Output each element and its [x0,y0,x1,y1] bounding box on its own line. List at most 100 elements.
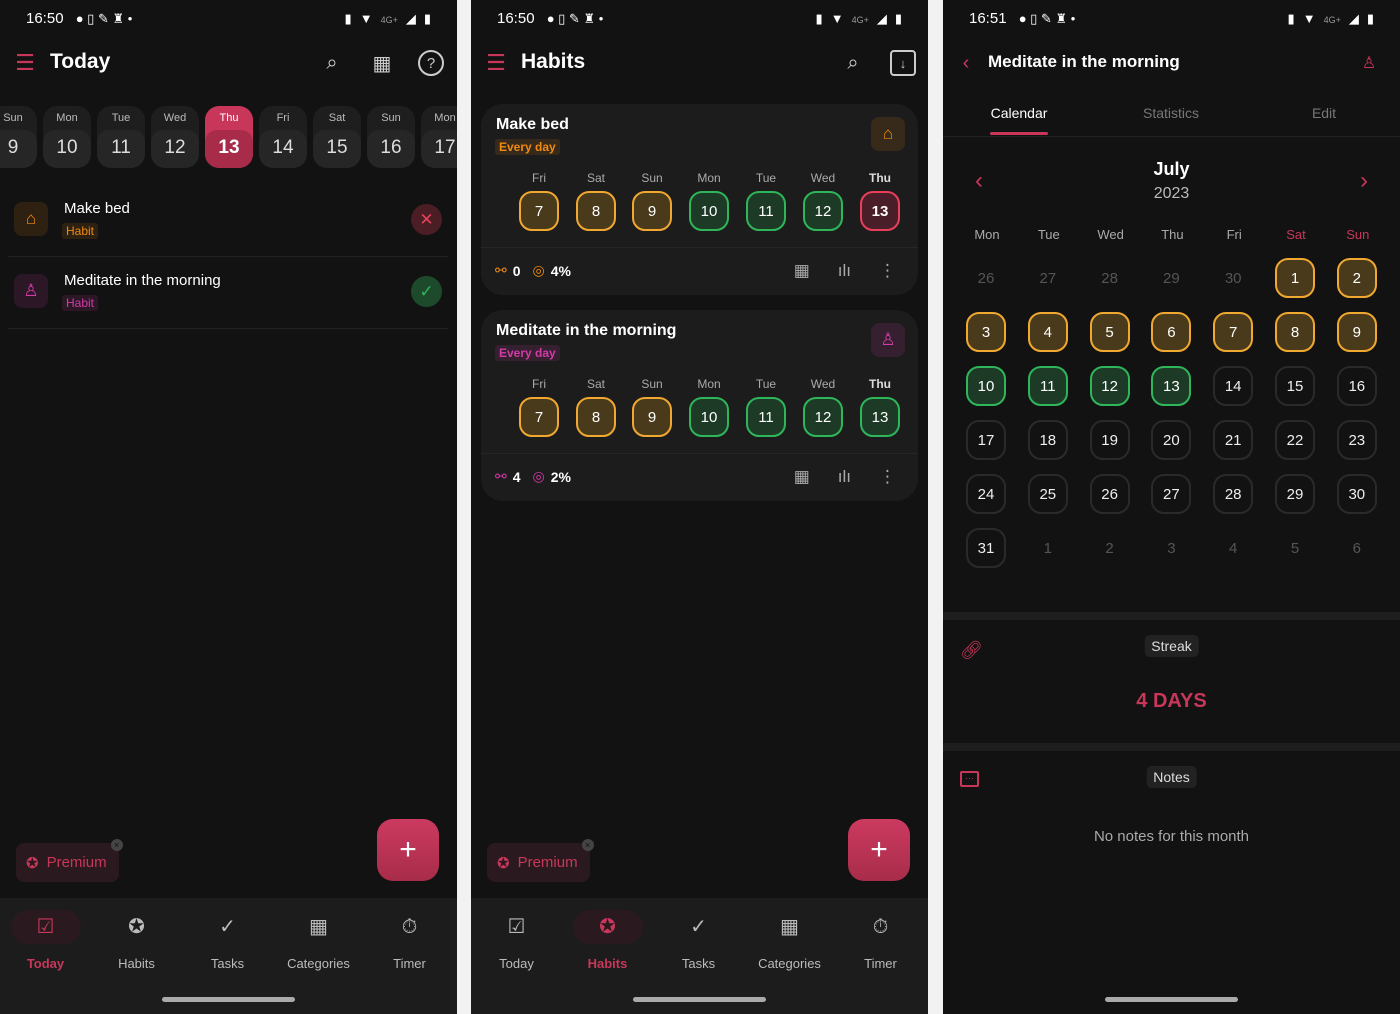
day-circle[interactable]: 12 [803,191,843,231]
day-circle[interactable]: 8 [576,397,616,437]
day-number: 9 [0,130,37,168]
calendar-day[interactable]: 1 [1275,258,1315,298]
nav-today[interactable]: ☑ Today [0,910,91,971]
list-item[interactable]: ⌂ Make bed Habit ✕ [0,190,457,256]
calendar-icon[interactable]: ▦ [794,261,810,281]
more-icon[interactable]: ⋮ [879,467,896,487]
statistics-icon[interactable]: ılı [838,261,851,281]
day-circle[interactable]: 13 [860,397,900,437]
day-pill-15[interactable]: Sat 15 [313,106,361,168]
calendar-day[interactable]: 18 [1027,420,1068,460]
day-circle[interactable]: 11 [746,397,786,437]
premium-button[interactable]: ✪ Premium × [16,839,123,882]
day-circle[interactable]: 13 [860,191,900,231]
menu-icon[interactable]: ☰ [12,50,38,76]
calendar-day[interactable]: 21 [1213,420,1254,460]
calendar-day[interactable]: 4 [1027,312,1068,352]
day-circle[interactable]: 9 [632,191,672,231]
day-pill-11[interactable]: Tue 11 [97,106,145,168]
close-icon[interactable]: × [581,839,594,851]
day-circle[interactable]: 7 [519,397,559,437]
calendar-day[interactable]: 3 [966,312,1006,352]
nav-label: Today [26,956,65,971]
add-button[interactable]: + [377,819,439,881]
calendar-day[interactable]: 31 [966,528,1006,568]
statistics-icon[interactable]: ılı [838,467,851,487]
calendar-day[interactable]: 25 [1027,474,1068,514]
calendar-day[interactable]: 17 [966,420,1006,460]
calendar-day[interactable]: 26 [1089,474,1130,514]
calendar-day[interactable]: 7 [1213,312,1254,352]
calendar-day[interactable]: 28 [1213,474,1254,514]
calendar-day[interactable]: 9 [1336,312,1377,352]
more-icon[interactable]: ⋮ [879,261,896,281]
nav-habits[interactable]: ✪ Habits [91,910,182,971]
calendar-icon[interactable]: ▦ [369,50,395,76]
day-circle[interactable]: 7 [519,191,559,231]
day-pill-13[interactable]: Thu 13 [205,106,253,168]
nav-today[interactable]: ☑ Today [471,910,562,971]
premium-badge-icon: ✪ [497,854,510,872]
nav-label: Habits [587,956,628,971]
nav-timer[interactable]: ⏱ Timer [835,910,926,971]
close-icon[interactable]: × [110,839,123,851]
help-icon[interactable]: ? [418,50,444,76]
day-circle[interactable]: 12 [803,397,843,437]
tab-statistics[interactable]: Statistics [1106,105,1236,121]
calendar-day[interactable]: 11 [1027,366,1068,406]
calendar-day[interactable]: 19 [1089,420,1130,460]
tab-edit[interactable]: Edit [1259,105,1389,121]
day-circle[interactable]: 10 [689,191,729,231]
calendar-icon[interactable]: ▦ [794,467,810,487]
close-icon[interactable]: ✕ [411,204,442,235]
nav-habits[interactable]: ✪ Habits [562,910,653,971]
calendar-day[interactable]: 24 [966,474,1006,514]
day-circle[interactable]: 9 [632,397,672,437]
calendar-day[interactable]: 6 [1151,312,1192,352]
completion-rate: 4% [550,262,571,279]
nav-timer[interactable]: ⏱ Timer [364,910,455,971]
nav-tasks[interactable]: ✓ Tasks [653,910,744,971]
calendar-day[interactable]: 23 [1336,420,1377,460]
calendar-day[interactable]: 29 [1275,474,1315,514]
calendar-day[interactable]: 22 [1275,420,1315,460]
day-circle[interactable]: 11 [746,191,786,231]
back-icon[interactable]: ‹ [953,50,979,76]
nav-categories[interactable]: ▦ Categories [273,910,364,971]
day-circle[interactable]: 10 [689,397,729,437]
check-icon[interactable]: ✓ [411,276,442,307]
calendar-day[interactable]: 2 [1336,258,1377,298]
calendar-day[interactable]: 5 [1089,312,1130,352]
calendar-day[interactable]: 12 [1089,366,1130,406]
calendar-day[interactable]: 8 [1275,312,1315,352]
tab-calendar[interactable]: Calendar [954,105,1084,121]
calendar-day[interactable]: 16 [1336,366,1377,406]
archive-icon[interactable]: ↓ [890,50,916,76]
calendar-day[interactable]: 20 [1151,420,1192,460]
day-pill-9[interactable]: Sun 9 [0,106,37,168]
calendar-day[interactable]: 30 [1336,474,1377,514]
calendar-day[interactable]: 13 [1151,366,1192,406]
list-item[interactable]: ♙ Meditate in the morning Habit ✓ [0,262,457,328]
calendar-day[interactable]: 10 [966,366,1006,406]
calendar-day[interactable]: 14 [1213,366,1254,406]
day-pill-14[interactable]: Fri 14 [259,106,307,168]
day-pill-10[interactable]: Mon 10 [43,106,91,168]
day-pill-17[interactable]: Mon 17 [421,106,457,168]
premium-badge-icon: ✪ [26,854,39,872]
search-icon[interactable]: ⌕ [319,50,345,76]
premium-button[interactable]: ✪ Premium × [487,839,594,882]
day-circle[interactable]: 8 [576,191,616,231]
day-pill-12[interactable]: Wed 12 [151,106,199,168]
habit-card[interactable]: Make bed Every day ⌂ Fri 7 Sat 8 Sun 9 Mon 10 Tue 11… [481,104,918,295]
habit-card[interactable]: Meditate in the morning Every day ♙ Fri 7 Sat… [481,310,918,501]
signal-icon: ◢ [405,10,416,26]
calendar-day[interactable]: 27 [1151,474,1192,514]
nav-tasks[interactable]: ✓ Tasks [182,910,273,971]
nav-categories[interactable]: ▦ Categories [744,910,835,971]
day-pill-16[interactable]: Sun 16 [367,106,415,168]
calendar-day[interactable]: 15 [1275,366,1315,406]
add-button[interactable]: + [848,819,910,881]
search-icon[interactable]: ⌕ [840,50,866,76]
menu-icon[interactable]: ☰ [483,50,509,76]
